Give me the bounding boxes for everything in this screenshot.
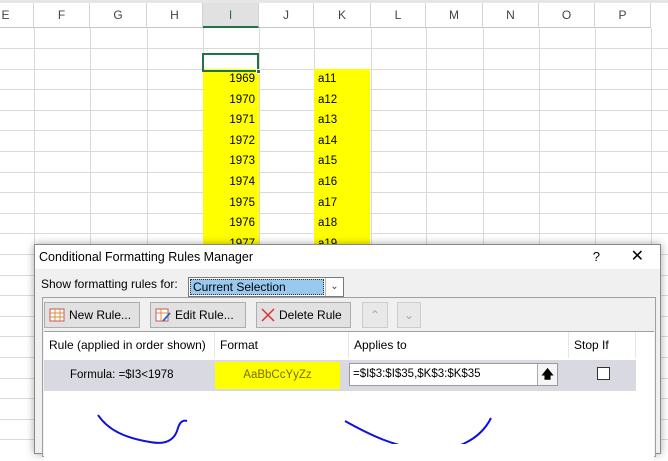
cell[interactable]: a16 (314, 172, 370, 193)
show-rules-dropdown[interactable]: Current Selection ⌄ (188, 277, 344, 297)
cell[interactable]: 1972 (203, 130, 259, 152)
delete-rule-button[interactable]: Delete Rule (256, 302, 351, 328)
cell[interactable]: 1976 (203, 213, 259, 235)
header-rule: Rule (applied in order shown) (44, 332, 215, 358)
column-header-L[interactable]: L (371, 3, 426, 28)
edit-rule-icon (155, 308, 171, 322)
column-header-M[interactable]: M (426, 3, 483, 28)
cell[interactable]: a11 (314, 69, 370, 90)
fill-handle[interactable] (256, 69, 261, 74)
column-header-O[interactable]: O (539, 3, 595, 28)
column-header-P[interactable]: P (595, 3, 651, 28)
rules-list[interactable]: Rule (applied in order shown) Format App… (44, 331, 654, 461)
dialog-title-bar[interactable]: Conditional Formatting Rules Manager ? ✕ (35, 245, 660, 269)
cell[interactable]: a17 (314, 192, 370, 214)
show-rules-label: Show formatting rules for: (41, 277, 178, 291)
cell[interactable]: a14 (314, 130, 370, 152)
delete-rule-label: Delete Rule (279, 308, 342, 322)
applies-to-input[interactable]: =$I$3:$I$35,$K$3:$K$35 🡅 (349, 363, 558, 386)
collapse-range-icon[interactable]: 🡅 (537, 364, 557, 385)
column-header-G[interactable]: G (90, 3, 147, 28)
cell[interactable]: 1970 (203, 89, 259, 111)
edit-rule-label: Edit Rule... (175, 308, 234, 322)
chevron-down-icon: ⌄ (403, 308, 415, 322)
rule-row[interactable]: Formula: =$I3<1978 AaBbCcYyZz =$I$3:$I$3… (44, 360, 636, 391)
new-rule-label: New Rule... (69, 308, 132, 322)
gridline (0, 48, 668, 49)
rules-panel: New Rule... Edit Rule... Delete Rule ⌃ ⌄… (42, 297, 656, 461)
column-header-F[interactable]: F (34, 3, 90, 28)
cell[interactable]: 1973 (203, 151, 259, 173)
format-preview: AaBbCcYyZz (215, 362, 340, 389)
column-header-J[interactable]: J (259, 3, 314, 28)
cell[interactable]: 1971 (203, 110, 259, 132)
active-cell-cursor (202, 53, 259, 72)
stop-if-true-checkbox[interactable] (597, 367, 610, 380)
new-rule-icon (49, 308, 65, 322)
cell[interactable]: a13 (314, 110, 370, 132)
column-header-H[interactable]: H (147, 3, 203, 28)
move-up-button[interactable]: ⌃ (362, 302, 388, 328)
header-applies-to: Applies to (349, 332, 569, 358)
close-button[interactable]: ✕ (631, 245, 644, 269)
cell[interactable]: a12 (314, 89, 370, 111)
cell[interactable]: a18 (314, 213, 370, 235)
conditional-formatting-dialog: Conditional Formatting Rules Manager ? ✕… (34, 244, 661, 461)
show-rules-value: Current Selection (190, 279, 324, 295)
rule-formula: Formula: =$I3<1978 (70, 369, 174, 381)
dialog-title: Conditional Formatting Rules Manager (39, 250, 253, 264)
help-button[interactable]: ? (593, 245, 600, 269)
cell[interactable]: 1969 (203, 69, 259, 90)
edit-rule-button[interactable]: Edit Rule... (150, 302, 246, 328)
cell[interactable]: 1975 (203, 192, 259, 214)
column-header-E[interactable]: E (0, 3, 34, 28)
column-header-K[interactable]: K (314, 3, 371, 28)
applies-to-value: =$I$3:$I$35,$K$3:$K$35 (353, 368, 481, 380)
column-header-I[interactable]: I (203, 3, 259, 28)
move-down-button[interactable]: ⌄ (397, 302, 421, 328)
cell[interactable]: 1974 (203, 172, 259, 193)
chevron-up-icon: ⌃ (369, 308, 381, 322)
new-rule-button[interactable]: New Rule... (44, 302, 140, 328)
chevron-down-icon[interactable]: ⌄ (325, 278, 343, 296)
delete-x-icon (261, 308, 275, 322)
column-header-N[interactable]: N (483, 3, 539, 28)
header-format: Format (215, 332, 349, 358)
header-stop-if-true: Stop If True (569, 332, 636, 378)
cell[interactable]: a15 (314, 151, 370, 173)
